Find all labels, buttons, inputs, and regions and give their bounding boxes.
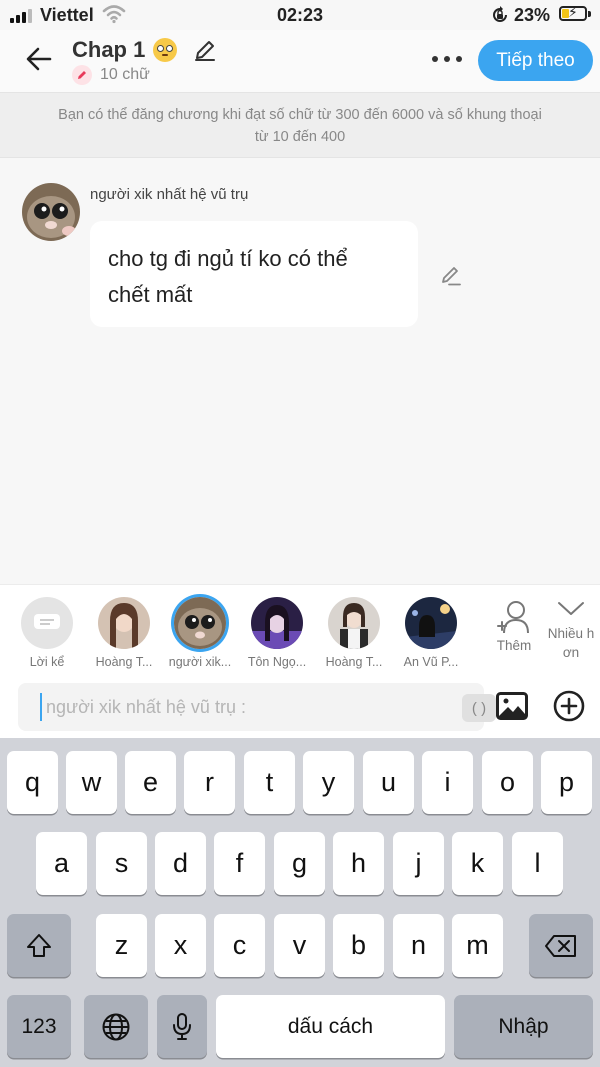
key[interactable]: d [155, 832, 206, 895]
message-text-line-2: chết mất [108, 282, 193, 307]
numbers-key[interactable]: 123 [7, 995, 71, 1058]
character-label: Tôn Ngọ... [247, 655, 307, 669]
key[interactable]: s [96, 832, 147, 895]
shift-icon [27, 933, 51, 957]
battery-charging-icon: ⚡ [559, 4, 587, 21]
character-label: Lời kể [29, 655, 65, 669]
collapse-label-line-1: Nhiều h [547, 626, 595, 641]
dictation-key[interactable] [157, 995, 207, 1058]
key[interactable]: n [393, 914, 444, 977]
chapter-title-text: Chap 1 [72, 37, 146, 62]
key[interactable]: k [452, 832, 503, 895]
key[interactable]: i [422, 751, 473, 814]
character-item[interactable]: Tôn Ngọ... [239, 597, 315, 669]
key[interactable]: m [452, 914, 503, 977]
key[interactable]: b [333, 914, 384, 977]
avatar [98, 597, 150, 649]
pen-icon [72, 65, 92, 85]
keyboard: q w e r t y u i o p a s d f g h j k l z … [0, 738, 600, 1067]
character-label: Hoàng T... [95, 655, 153, 669]
key[interactable]: v [274, 914, 325, 977]
back-arrow-icon[interactable] [24, 44, 54, 74]
battery-percent: 23% [514, 5, 551, 25]
message-author: người xik nhất hệ vũ trụ [90, 186, 249, 203]
image-icon[interactable] [496, 692, 528, 720]
key[interactable]: z [96, 914, 147, 977]
key[interactable]: t [244, 751, 295, 814]
key[interactable]: e [125, 751, 176, 814]
word-count-text: 10 chữ [100, 66, 150, 83]
notice-line-2: từ 10 đến 400 [254, 129, 346, 145]
message-text-line-1: cho tg đi ngủ tí ko có thể [108, 246, 348, 271]
backspace-icon [545, 934, 576, 957]
message-input-field[interactable]: ( ) [18, 683, 496, 731]
collapse-label-line-2: ơn [562, 645, 580, 660]
pencil-icon[interactable] [193, 38, 217, 62]
backspace-key[interactable] [529, 914, 593, 977]
text-caret [40, 693, 42, 721]
chapter-title[interactable]: Chap 1 [72, 37, 178, 63]
word-count: 10 chữ [72, 65, 150, 85]
key[interactable]: r [184, 751, 235, 814]
globe-key[interactable] [84, 995, 148, 1058]
avatar [328, 597, 380, 649]
key[interactable]: o [482, 751, 533, 814]
message-input[interactable] [46, 691, 446, 723]
key[interactable]: l [512, 832, 563, 895]
character-item[interactable]: An Vũ P... [393, 597, 469, 669]
parenthesis-button[interactable]: ( ) [462, 694, 496, 722]
character-selector: Lời kể Hoàng T... người xik... Tôn Ngọ..… [0, 584, 600, 675]
return-key[interactable]: Nhập [454, 995, 593, 1058]
chevron-down-icon [558, 602, 584, 615]
add-character-label: Thêm [496, 638, 532, 653]
key[interactable]: x [155, 914, 206, 977]
key[interactable]: u [363, 751, 414, 814]
character-label: An Vũ P... [403, 655, 459, 669]
character-item[interactable]: Hoàng T... [86, 597, 162, 669]
key[interactable]: h [333, 832, 384, 895]
key[interactable]: p [541, 751, 592, 814]
character-narrator[interactable]: Lời kể [9, 597, 85, 669]
publish-requirement-notice: Bạn có thể đăng chương khi đạt số chữ từ… [0, 92, 600, 158]
rotation-lock-icon [493, 6, 507, 22]
collapse-button[interactable]: Nhiều h ơn [544, 599, 598, 662]
message-bubble[interactable]: cho tg đi ngủ tí ko có thể chết mất [90, 221, 418, 327]
key[interactable]: g [274, 832, 325, 895]
composer-bar: ( ) [0, 674, 600, 738]
avatar [174, 597, 226, 649]
editor-header: Chap 1 10 chữ Tiếp theo [0, 30, 600, 92]
key[interactable]: j [393, 832, 444, 895]
key[interactable]: q [7, 751, 58, 814]
avatar[interactable] [22, 183, 80, 241]
avatar [251, 597, 303, 649]
clock: 02:23 [276, 5, 324, 25]
character-item[interactable]: Hoàng T... [316, 597, 392, 669]
key[interactable]: a [36, 832, 87, 895]
battery-tip [588, 11, 591, 17]
character-label: người xik... [168, 655, 232, 669]
add-person-icon [497, 601, 529, 634]
globe-icon [102, 1013, 130, 1040]
avatar [405, 597, 457, 649]
key[interactable]: w [66, 751, 117, 814]
shift-key[interactable] [7, 914, 71, 977]
next-button[interactable]: Tiếp theo [478, 40, 593, 81]
key[interactable]: c [214, 914, 265, 977]
notice-line-1: Bạn có thể đăng chương khi đạt số chữ từ… [58, 107, 542, 123]
key[interactable]: y [303, 751, 354, 814]
status-bar: Viettel 02:23 23% ⚡ [0, 0, 600, 30]
edit-message-icon[interactable] [440, 264, 462, 286]
narrator-icon [21, 597, 73, 649]
character-item-selected[interactable]: người xik... [162, 597, 238, 669]
character-label: Hoàng T... [325, 655, 383, 669]
microphone-icon [173, 1012, 191, 1040]
add-character-button[interactable]: Thêm [490, 599, 538, 653]
space-key[interactable]: dấu cách [216, 995, 445, 1058]
flushed-face-emoji [153, 38, 178, 62]
more-icon[interactable] [432, 56, 462, 62]
key[interactable]: f [214, 832, 265, 895]
add-icon[interactable] [553, 690, 585, 722]
